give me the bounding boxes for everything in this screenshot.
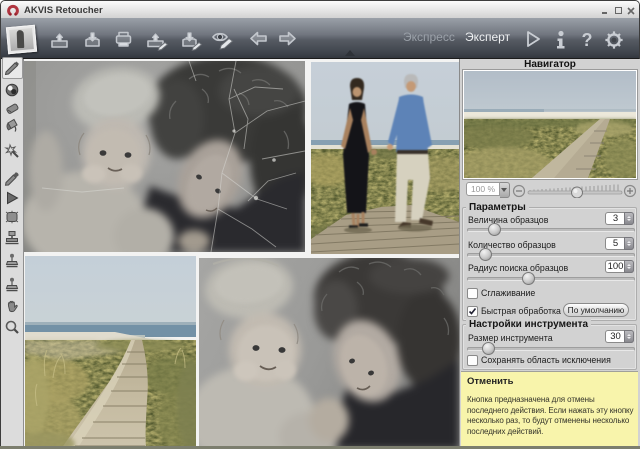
svg-text:?: ? (582, 30, 593, 50)
